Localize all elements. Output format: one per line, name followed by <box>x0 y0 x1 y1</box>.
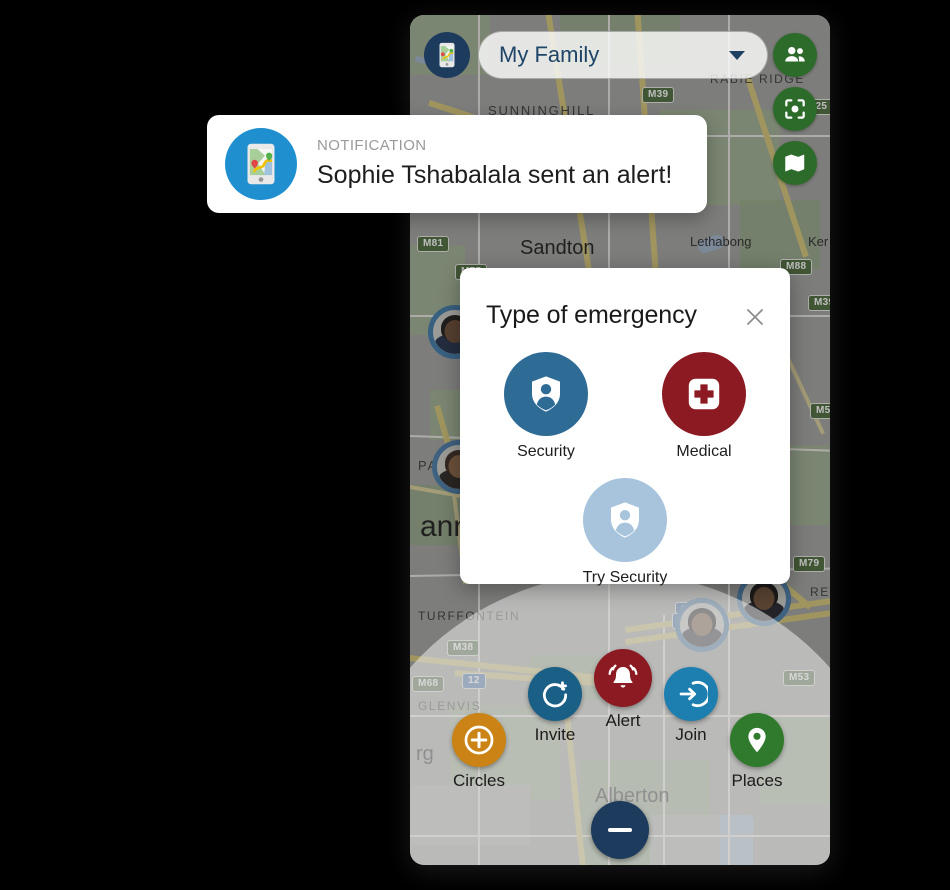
notification-text: NOTIFICATION Sophie Tshabalala sent an a… <box>317 136 672 192</box>
action-circles[interactable]: Circles <box>452 713 506 791</box>
arrow-into-circle-icon <box>664 667 718 721</box>
shield-person-icon <box>583 478 667 562</box>
emergency-option-try-security[interactable]: Try Security <box>577 478 673 587</box>
action-join-label: Join <box>675 725 707 744</box>
emergency-option-medical[interactable]: Medical <box>656 352 752 461</box>
collapse-actions-button[interactable] <box>591 801 649 859</box>
notification-kicker: NOTIFICATION <box>317 137 427 154</box>
map-road-shield: M39 <box>808 295 830 311</box>
map-icon <box>785 154 805 172</box>
family-selector-value: My Family <box>499 42 600 67</box>
medical-cross-icon <box>662 352 746 436</box>
action-alert[interactable]: Alert <box>594 649 652 731</box>
action-circles-label: Circles <box>453 771 505 790</box>
notification-message: Sophie Tshabalala sent an alert! <box>317 161 673 189</box>
recenter-button[interactable] <box>773 87 817 131</box>
action-places-label: Places <box>731 771 783 790</box>
refresh-plus-icon <box>528 667 582 721</box>
family-selector[interactable]: My Family <box>478 31 768 79</box>
plus-circle-icon <box>452 713 506 767</box>
map-place-label: REI <box>810 585 830 599</box>
bell-icon <box>594 649 652 707</box>
action-join[interactable]: Join <box>664 667 718 745</box>
close-icon <box>747 309 763 325</box>
map-road-shield: M5 <box>810 403 830 419</box>
emergency-dialog: Type of emergency Security Medical Try S… <box>460 268 790 587</box>
emergency-option-try-security-label: Try Security <box>582 569 668 586</box>
map-place-label: Ker <box>808 234 829 249</box>
map-road-shield: M79 <box>793 556 826 572</box>
minus-icon <box>608 828 632 832</box>
action-places[interactable]: Places <box>730 713 784 791</box>
notification-card[interactable]: NOTIFICATION Sophie Tshabalala sent an a… <box>207 115 707 213</box>
action-invite[interactable]: Invite <box>528 667 582 745</box>
location-pin-icon <box>730 713 784 767</box>
people-icon <box>785 46 805 62</box>
shield-person-icon <box>504 352 588 436</box>
map-road-shield: M81 <box>417 236 450 252</box>
emergency-option-medical-label: Medical <box>676 443 732 460</box>
members-button[interactable] <box>773 33 817 77</box>
map-place-label: Lethabong <box>690 234 752 249</box>
top-bar: My Family <box>410 15 830 185</box>
map-phone-icon <box>225 128 297 200</box>
emergency-option-security-label: Security <box>517 443 575 460</box>
close-button[interactable] <box>742 304 768 330</box>
chevron-down-icon <box>729 50 745 60</box>
app-logo[interactable] <box>424 32 470 78</box>
center-focus-icon <box>785 99 805 119</box>
dialog-title: Type of emergency <box>486 301 697 329</box>
action-alert-label: Alert <box>605 711 641 730</box>
action-invite-label: Invite <box>534 725 576 744</box>
emergency-option-security[interactable]: Security <box>498 352 594 461</box>
map-place-label: Sandton <box>520 237 595 259</box>
map-layers-button[interactable] <box>773 141 817 185</box>
